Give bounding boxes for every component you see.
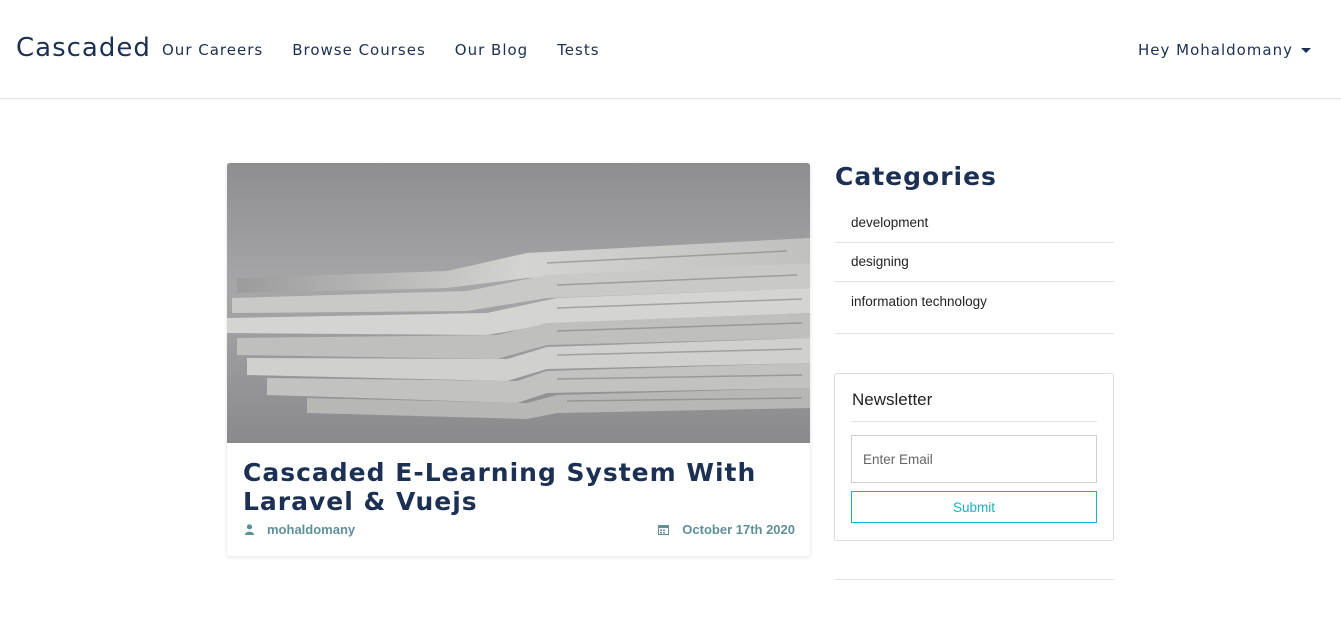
sidebar-bottom-divider — [835, 579, 1114, 580]
navbar: Cascaded Our Careers Browse Courses Our … — [0, 0, 1341, 99]
caret-down-icon — [1301, 48, 1311, 53]
category-item-development[interactable]: development — [835, 203, 1114, 243]
post-image[interactable] — [227, 163, 810, 443]
newsletter-title: Newsletter — [852, 390, 933, 409]
user-menu-label: Hey Mohaldomany — [1137, 41, 1293, 59]
blog-post-card: Cascaded E-Learning System With Laravel … — [227, 163, 810, 556]
brand-logo[interactable]: Cascaded — [16, 33, 151, 63]
nav-link-tests[interactable]: Tests — [557, 41, 599, 59]
categories-list: development designing information techno… — [835, 203, 1114, 322]
nav-links: Our Careers Browse Courses Our Blog Test… — [162, 41, 629, 59]
categories-divider — [835, 333, 1114, 334]
nav-link-our-blog[interactable]: Our Blog — [455, 41, 528, 59]
nav-link-our-careers[interactable]: Our Careers — [162, 41, 263, 59]
categories-title: Categories — [835, 162, 997, 191]
newsletter-email-input[interactable] — [851, 435, 1097, 483]
category-item-information-technology[interactable]: information technology — [835, 282, 1114, 322]
user-menu-dropdown[interactable]: Hey Mohaldomany — [1138, 41, 1311, 59]
newsletter-divider — [851, 421, 1097, 422]
post-author-name: mohaldomany — [267, 522, 356, 537]
nav-link-browse-courses[interactable]: Browse Courses — [292, 41, 426, 59]
calendar-icon — [658, 525, 670, 535]
post-author[interactable]: mohaldomany — [245, 522, 355, 537]
post-date-text: October 17th 2020 — [682, 522, 795, 537]
category-item-designing[interactable]: designing — [835, 243, 1114, 282]
newsletter-box: Newsletter Submit — [834, 373, 1114, 541]
user-icon — [245, 524, 254, 535]
post-date: October 17th 2020 — [658, 522, 795, 537]
post-title[interactable]: Cascaded E-Learning System With Laravel … — [243, 458, 798, 516]
newspaper-stack-illustration — [227, 163, 810, 443]
newsletter-submit-button[interactable]: Submit — [851, 491, 1097, 523]
